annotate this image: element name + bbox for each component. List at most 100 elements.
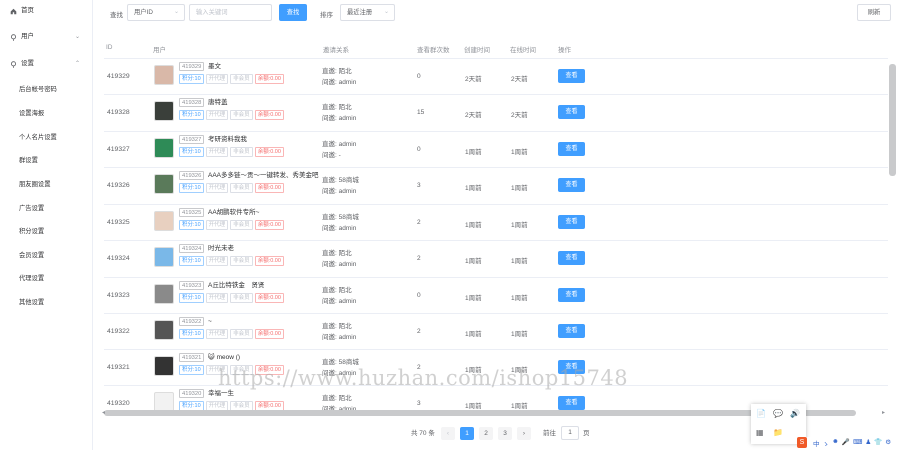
- upgrade-tag: 开代理: [205, 147, 229, 157]
- sidebar-item-label: 首页: [21, 7, 34, 14]
- sidebar-subitem[interactable]: 会员设置: [19, 250, 44, 259]
- speaker-icon[interactable]: 🔊: [790, 409, 800, 418]
- pagination-total: 共 70 条: [411, 430, 435, 437]
- view-button[interactable]: 查看: [558, 251, 585, 265]
- created-time: 2天前: [465, 112, 482, 119]
- location-icon: [10, 33, 17, 41]
- chevron-down-icon: ⌄: [74, 34, 80, 40]
- online-time: 1周前: [511, 258, 528, 265]
- taskbar-icon[interactable]: ⚙: [885, 438, 891, 448]
- points-tag: 积分:10: [179, 293, 204, 303]
- taskbar-icon[interactable]: ゝ: [823, 438, 830, 448]
- grid-icon[interactable]: ▦: [756, 428, 764, 437]
- user-id-badge: 419327: [179, 135, 205, 144]
- direct-invite: 直邀: 58商城: [322, 214, 359, 221]
- keyword-input[interactable]: 输入关键词: [189, 4, 272, 21]
- upgrade-tag: 开代理: [205, 110, 229, 120]
- view-button[interactable]: 查看: [558, 324, 585, 338]
- scroll-right-icon[interactable]: ▸: [882, 409, 885, 416]
- sidebar-subitem[interactable]: 代理设置: [19, 273, 44, 282]
- sidebar-subitem[interactable]: 群设置: [19, 155, 38, 164]
- balance-tag: 余额:0.00: [254, 329, 284, 339]
- table-row: 419325 419325 AA胡鹏软件专所~ 积分:10 开代理 非会员 余额…: [104, 204, 888, 240]
- view-button[interactable]: 查看: [558, 288, 585, 302]
- user-id-cell: 419321: [107, 364, 130, 371]
- taskbar-icon[interactable]: ⌨: [853, 438, 862, 448]
- chat-icon[interactable]: 💬: [773, 409, 783, 418]
- prev-page-button[interactable]: ‹: [441, 427, 455, 440]
- folder-icon[interactable]: 📁: [773, 428, 783, 437]
- page-3-button[interactable]: 3: [498, 427, 512, 440]
- taskbar-icon[interactable]: ♟: [865, 438, 871, 448]
- sogou-logo-icon[interactable]: S: [797, 437, 807, 448]
- direct-invite: 直邀: 陌北: [322, 250, 352, 257]
- user-id-cell: 419325: [107, 219, 130, 226]
- page-1-button[interactable]: 1: [460, 427, 474, 440]
- next-page-button[interactable]: ›: [517, 427, 531, 440]
- view-button[interactable]: 查看: [558, 396, 585, 410]
- member-tag: 非会员: [230, 220, 253, 230]
- points-tag: 积分:10: [179, 220, 204, 230]
- upgrade-tag: 开代理: [205, 74, 229, 84]
- user-tags: 积分:10 开代理 非会员 余额:0.00: [179, 110, 284, 120]
- sidebar-subitem[interactable]: 其他设置: [19, 297, 44, 306]
- user-id-cell: 419327: [107, 146, 130, 153]
- indirect-invite: 间邀: admin: [322, 261, 357, 268]
- view-button[interactable]: 查看: [558, 215, 585, 229]
- scroll-left-icon[interactable]: ◂: [102, 409, 105, 416]
- online-time: 1周前: [511, 403, 528, 410]
- sidebar-item-home[interactable]: 首页: [10, 4, 34, 18]
- avatar: [154, 320, 174, 340]
- sidebar-item-label: 用户: [21, 33, 34, 40]
- sidebar-subitem[interactable]: 后台帐号密码: [19, 84, 57, 93]
- page-2-button[interactable]: 2: [479, 427, 493, 440]
- user-id-cell: 419329: [107, 73, 130, 80]
- sort-value: 最近注册: [347, 9, 373, 16]
- created-time: 1周前: [465, 149, 482, 156]
- created-time: 1周前: [465, 403, 482, 410]
- member-tag: 非会员: [230, 183, 253, 193]
- taskbar-icon[interactable]: 🎤: [842, 438, 850, 448]
- sidebar-subitem[interactable]: 广告设置: [19, 203, 44, 212]
- direct-invite: 直邀: 陌北: [322, 287, 352, 294]
- upgrade-tag: 开代理: [205, 220, 229, 230]
- taskbar-icon[interactable]: 👕: [874, 438, 882, 448]
- points-tag: 积分:10: [179, 74, 204, 84]
- goto-page-input[interactable]: 1: [561, 426, 579, 440]
- user-name: 唐特盖: [208, 99, 228, 106]
- sidebar-subitem[interactable]: 个人名片设置: [19, 132, 57, 141]
- user-id-cell: 419320: [107, 400, 130, 407]
- view-button[interactable]: 查看: [558, 105, 585, 119]
- sidebar-subitem[interactable]: 积分设置: [19, 226, 44, 235]
- sidebar-subitem[interactable]: 朋友圈设置: [19, 179, 50, 188]
- user-id-cell: 419326: [107, 182, 130, 189]
- column-header: ID: [106, 44, 113, 51]
- upgrade-tag: 开代理: [205, 256, 229, 266]
- sidebar-item-settings[interactable]: 设置 ⌃: [10, 57, 88, 71]
- horizontal-scrollbar[interactable]: [104, 410, 856, 416]
- user-id-badge: 419320: [179, 389, 205, 398]
- view-button[interactable]: 查看: [558, 142, 585, 156]
- sidebar-item-users[interactable]: 用户 ⌄: [10, 30, 88, 44]
- search-button[interactable]: 查找: [279, 4, 307, 21]
- user-name: 考研资料我我: [208, 136, 247, 143]
- refresh-button[interactable]: 刷新: [857, 4, 891, 21]
- points-tag: 积分:10: [179, 329, 204, 339]
- sort-select[interactable]: 最近注册 ⌄: [340, 4, 395, 21]
- taskbar-icon[interactable]: 中: [813, 438, 820, 448]
- avatar: [154, 174, 174, 194]
- document-icon[interactable]: 📄: [756, 409, 766, 418]
- view-button[interactable]: 查看: [558, 69, 585, 83]
- direct-invite: 直邀: 陌北: [322, 104, 352, 111]
- balance-tag: 余额:0.00: [254, 220, 284, 230]
- goto-label: 前往: [543, 430, 556, 437]
- sidebar-subitem[interactable]: 设置海报: [19, 108, 44, 117]
- search-field-select[interactable]: 用户ID ⌄: [127, 4, 185, 21]
- vertical-scrollbar[interactable]: [889, 64, 896, 176]
- view-count: 2: [417, 328, 421, 335]
- taskbar-icon[interactable]: ☻: [832, 438, 839, 448]
- chevron-up-icon: ⌃: [74, 61, 80, 67]
- view-button[interactable]: 查看: [558, 178, 585, 192]
- toolbar: 查找 用户ID ⌄ 输入关键词 查找 排序 最近注册 ⌄ 刷新: [94, 0, 900, 26]
- balance-tag: 余额:0.00: [254, 183, 284, 193]
